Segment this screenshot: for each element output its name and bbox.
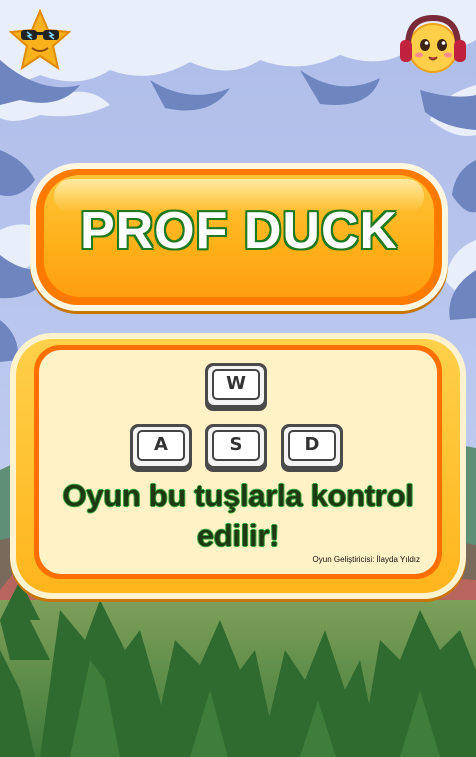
cool-star-icon[interactable] (8, 8, 72, 72)
key-a-label: A (137, 430, 185, 461)
key-d: D (281, 424, 343, 472)
key-a: A (130, 424, 192, 472)
headphones-emoji-icon[interactable] (398, 10, 468, 80)
game-title: PROF DUCK (79, 202, 399, 260)
title-banner: PROF DUCK (30, 163, 448, 311)
controls-instruction: Oyun bu tuşlarla kontrol edilir! (62, 478, 414, 553)
developer-credit: Oyun Geliştiricisi: İlayda Yıldız (312, 555, 420, 564)
key-s: S (205, 424, 267, 472)
key-w-label: W (212, 369, 260, 400)
key-d-label: D (288, 430, 336, 461)
key-s-label: S (212, 430, 260, 461)
key-w: W (205, 363, 267, 411)
